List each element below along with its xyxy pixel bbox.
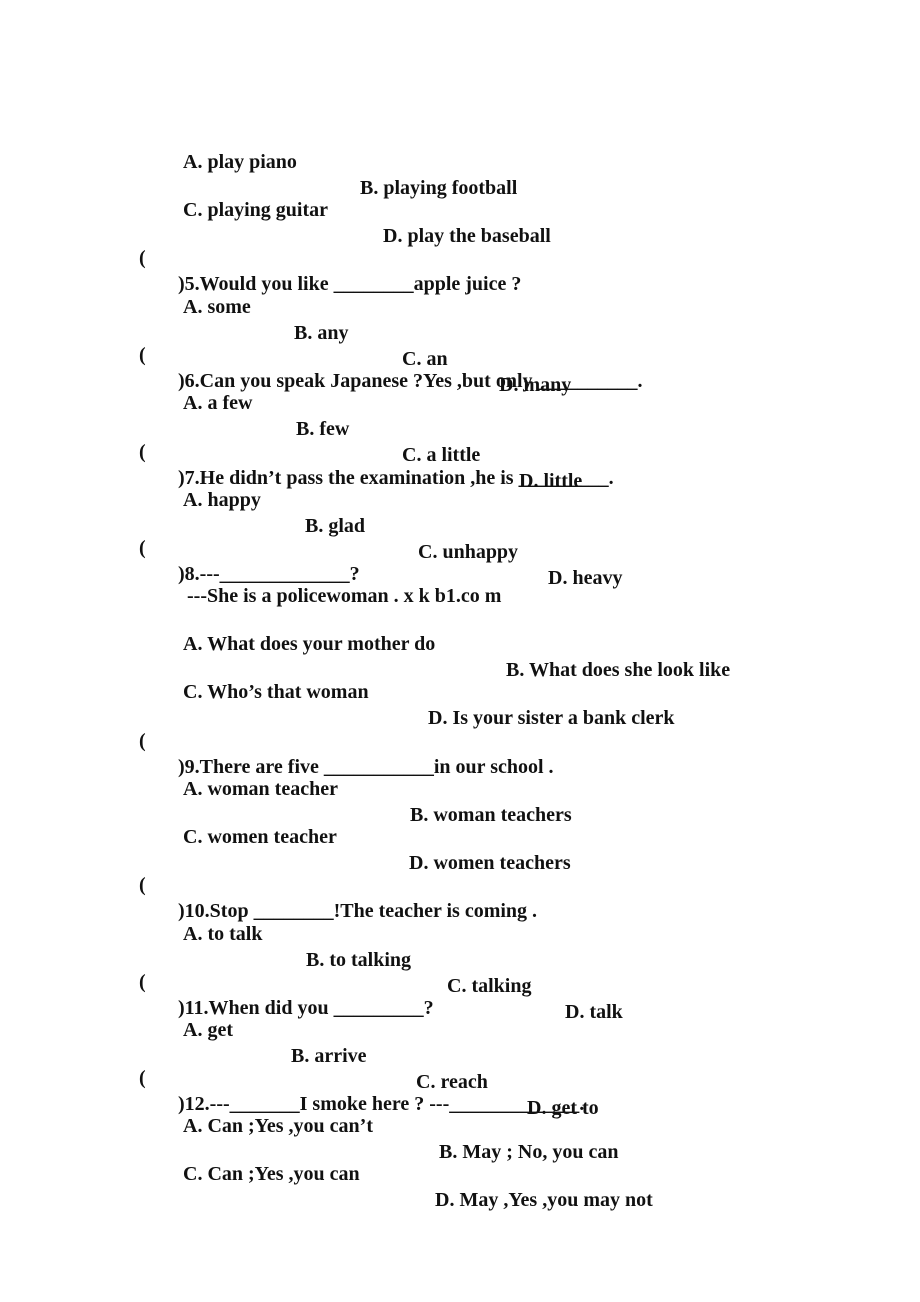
- option-d: D. Is your sister a bank clerk: [428, 707, 675, 729]
- option-a: A. Can ;Yes ,you can’t: [183, 1115, 373, 1137]
- option-b: B. What does she look like: [506, 659, 731, 681]
- option-a: A. happy: [183, 489, 261, 511]
- option-a: A. a few: [183, 392, 253, 414]
- options-row: A. happy B. glad C. unhappy D. heavy: [0, 461, 622, 589]
- answer-paren: (: [139, 874, 146, 896]
- option-b: B. playing football: [360, 177, 518, 199]
- options-row: C. playing guitar D. play the baseball: [0, 171, 551, 247]
- answer-paren: (: [139, 537, 146, 559]
- question-7: ( )7.He didn’t pass the examination ,he …: [0, 413, 614, 489]
- option-c: C. playing guitar: [183, 199, 329, 221]
- question-10: ( )10.Stop ________!The teacher is comin…: [0, 846, 537, 922]
- options-row: A. to talk B. to talking C. talking D. t…: [0, 895, 623, 1023]
- options-row: A. a few B. few C. a little D. little: [0, 364, 582, 492]
- options-row: C. Who’s that woman D. Is your sister a …: [0, 653, 675, 729]
- option-d: D. play the baseball: [383, 225, 551, 247]
- option-a: A. to talk: [183, 923, 263, 945]
- question-8: ( )8.---_____________?: [0, 509, 360, 585]
- option-b: B. few: [296, 418, 350, 440]
- option-d: D. heavy: [548, 567, 623, 589]
- question-12: ( )12.---_______I smoke here ? ---______…: [0, 1039, 584, 1115]
- answer-paren: (: [139, 971, 146, 993]
- option-b: B. arrive: [291, 1045, 367, 1067]
- option-c: C. Who’s that woman: [183, 681, 369, 703]
- option-a: A. get: [183, 1019, 233, 1041]
- option-d: D. May ,Yes ,you may not: [435, 1189, 653, 1211]
- question-11: ( )11.When did you _________?: [0, 943, 434, 1019]
- option-d: D. women teachers: [409, 852, 571, 874]
- question-9: ( )9.There are five ___________in our sc…: [0, 702, 554, 778]
- option-a: A. play piano: [183, 151, 297, 173]
- answer-paren: (: [139, 730, 146, 752]
- dialogue-answer: ---She is a policewoman . x k b1.co m: [187, 585, 502, 607]
- question-5: ( )5.Would you like ________apple juice …: [0, 219, 521, 295]
- option-a: A. some: [183, 296, 251, 318]
- question-6: ( )6.Can you speak Japanese ?Yes ,but on…: [0, 316, 643, 392]
- answer-line: ---She is a policewoman . x k b1.co m: [0, 557, 501, 607]
- options-row: A. What does your mother do B. What does…: [0, 605, 730, 681]
- option-a: A. What does your mother do: [183, 633, 436, 655]
- option-b: B. woman teachers: [410, 804, 572, 826]
- option-d: D. talk: [565, 1001, 623, 1023]
- answer-paren: (: [139, 344, 146, 366]
- option-c: C. women teacher: [183, 826, 337, 848]
- options-row: C. women teacher D. women teachers: [0, 798, 571, 874]
- options-row: C. Can ;Yes ,you can D. May ,Yes ,you ma…: [0, 1135, 653, 1211]
- options-row: A. some B. any C. an D. many: [0, 268, 571, 396]
- option-b: B. any: [294, 322, 349, 344]
- option-b: B. May ; No, you can: [439, 1141, 619, 1163]
- options-row: A. Can ;Yes ,you can’t B. May ; No, you …: [0, 1087, 618, 1163]
- option-c: C. talking: [447, 975, 532, 997]
- options-row: A. play piano B. playing football: [0, 123, 517, 199]
- option-c: C. unhappy: [418, 541, 519, 563]
- option-c: C. Can ;Yes ,you can: [183, 1163, 360, 1185]
- options-row: A. get B. arrive C. reach D. get to: [0, 991, 599, 1119]
- option-b: B. glad: [305, 515, 366, 537]
- options-row: A. woman teacher B. woman teachers: [0, 750, 572, 826]
- option-b: B. to talking: [306, 949, 412, 971]
- answer-paren: (: [139, 441, 146, 463]
- answer-paren: (: [139, 1067, 146, 1089]
- answer-paren: (: [139, 247, 146, 269]
- option-a: A. woman teacher: [183, 778, 338, 800]
